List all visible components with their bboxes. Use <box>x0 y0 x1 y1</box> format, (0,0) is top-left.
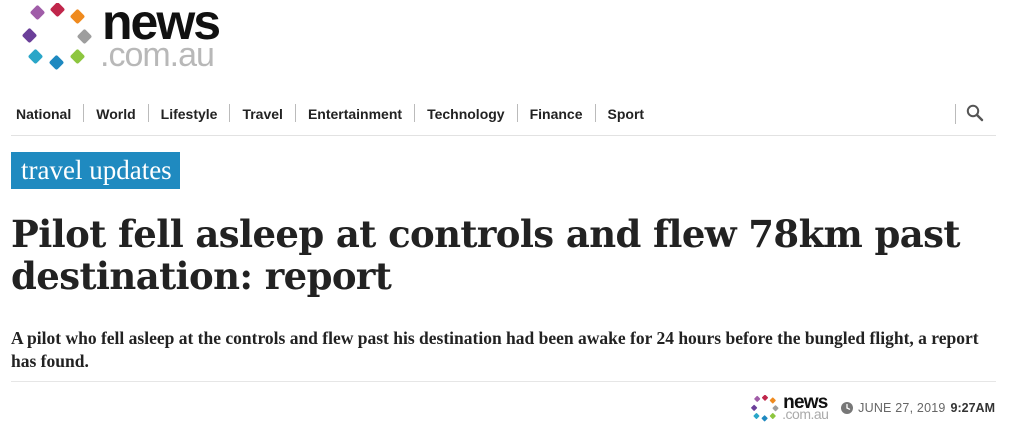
search-icon <box>966 104 984 122</box>
nav-item-travel[interactable]: Travel <box>229 104 294 122</box>
nav-item-entertainment[interactable]: Entertainment <box>294 104 414 122</box>
section-tag[interactable]: travel updates <box>11 152 180 189</box>
source-logo[interactable]: news .com.au <box>751 393 833 423</box>
nav-item-lifestyle[interactable]: Lifestyle <box>147 104 230 122</box>
nav-item-world[interactable]: World <box>83 104 147 122</box>
article-headline: Pilot fell asleep at controls and flew 7… <box>11 212 960 298</box>
nav-item-finance[interactable]: Finance <box>516 104 595 122</box>
site-logo[interactable]: news .com.au <box>22 0 262 75</box>
article-standfirst: A pilot who fell asleep at the controls … <box>11 328 979 371</box>
main-nav: National World Lifestyle Travel Entertai… <box>11 104 996 136</box>
logo-domain: .com.au <box>100 36 215 74</box>
news-logo-mark-small-icon <box>751 395 779 422</box>
clock-icon <box>841 402 854 414</box>
article-byline: news .com.au JUNE 27, 2019 9:27AM <box>751 392 995 424</box>
nav-item-national[interactable]: National <box>11 104 83 122</box>
news-logo-mark-icon <box>22 3 92 70</box>
publish-date: JUNE 27, 2019 <box>858 401 946 415</box>
publish-time: 9:27AM <box>950 401 995 415</box>
byline-divider <box>11 381 996 382</box>
nav-item-sport[interactable]: Sport <box>594 104 657 122</box>
source-domain: .com.au <box>782 406 829 422</box>
nav-item-technology[interactable]: Technology <box>414 104 517 122</box>
search-button[interactable] <box>955 104 984 124</box>
